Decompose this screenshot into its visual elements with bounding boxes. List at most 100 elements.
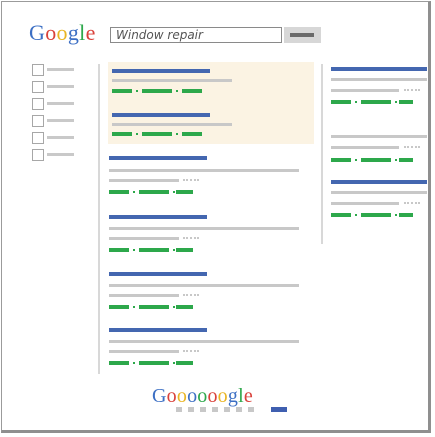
result-url [139, 361, 169, 365]
result-title-link[interactable] [112, 69, 210, 73]
result-snippet-dots [183, 237, 199, 241]
url-separator [176, 133, 178, 135]
result-url [139, 190, 169, 194]
results-column-divider [98, 64, 100, 374]
url-separator [355, 214, 357, 216]
result-url [109, 248, 129, 252]
result-url [142, 132, 172, 136]
result-snippet-line [109, 340, 299, 343]
footer-letter: o [166, 385, 177, 407]
result-url [331, 158, 351, 162]
filter-checkbox[interactable] [32, 81, 44, 93]
url-separator [133, 191, 135, 193]
result-title-link[interactable] [331, 67, 427, 71]
url-separator [136, 133, 138, 135]
footer-letter: o [217, 385, 228, 407]
filter-checkbox[interactable] [32, 98, 44, 110]
footer-letter: e [243, 385, 253, 407]
result-url [399, 100, 413, 104]
search-button[interactable] [284, 27, 321, 43]
pagination-page-link[interactable] [236, 407, 242, 412]
result-snippet-line [109, 227, 299, 230]
footer-letter: o [197, 385, 208, 407]
result-url [139, 305, 169, 309]
browser-frame: Google Window repair Goooooogle [1, 1, 431, 433]
search-button-icon [290, 33, 314, 37]
pagination-page-link[interactable] [188, 407, 194, 412]
filter-checkbox[interactable] [32, 132, 44, 144]
url-separator [133, 362, 135, 364]
result-url [139, 248, 169, 252]
url-separator [395, 214, 397, 216]
result-url [399, 158, 413, 162]
result-snippet-line [331, 78, 427, 81]
logo-letter-g1: G [29, 20, 46, 45]
pagination-page-link[interactable] [248, 407, 254, 412]
result-snippet-line [109, 350, 179, 353]
filter-checkbox[interactable] [32, 64, 44, 76]
filter-checkbox[interactable] [32, 115, 44, 127]
url-separator [173, 249, 175, 251]
sidebar-column-divider [321, 64, 323, 244]
url-separator [133, 306, 135, 308]
filter-checkbox[interactable] [32, 149, 44, 161]
result-url [182, 132, 202, 136]
result-snippet-line [112, 123, 232, 126]
result-url [109, 361, 129, 365]
result-url [331, 213, 351, 217]
result-title-link[interactable] [331, 180, 427, 184]
result-url [176, 248, 193, 252]
result-url [112, 132, 132, 136]
url-separator [173, 306, 175, 308]
result-snippet-dots [404, 89, 420, 93]
result-snippet-dots [183, 350, 199, 354]
url-separator [355, 159, 357, 161]
filter-label-placeholder [47, 102, 74, 105]
pagination-logo: Goooooogle [152, 385, 253, 408]
pagination-next-link[interactable] [271, 407, 287, 412]
footer-letter: o [207, 385, 218, 407]
result-snippet-dots [183, 294, 199, 298]
filter-label-placeholder [47, 119, 74, 122]
pagination-page-link[interactable] [176, 407, 182, 412]
sponsored-results-block [108, 62, 314, 144]
pagination-page-link[interactable] [212, 407, 218, 412]
footer-letter: G [152, 385, 167, 407]
logo-letter-o1: o [45, 20, 57, 45]
result-snippet-line [331, 146, 399, 149]
result-url [399, 213, 413, 217]
footer-letter: o [176, 385, 188, 407]
result-snippet-line [109, 237, 179, 240]
result-url [176, 361, 193, 365]
pagination-page-link[interactable] [200, 407, 206, 412]
result-url [109, 190, 129, 194]
url-separator [136, 90, 138, 92]
url-separator [355, 101, 357, 103]
result-title-link[interactable] [109, 272, 207, 276]
url-separator [133, 249, 135, 251]
result-snippet-line [331, 191, 427, 194]
filter-label-placeholder [47, 68, 74, 71]
search-input[interactable]: Window repair [110, 27, 282, 43]
google-logo[interactable]: Google [29, 20, 96, 46]
result-title-link[interactable] [109, 215, 207, 219]
result-url [331, 100, 351, 104]
result-url [142, 89, 172, 93]
result-snippet-dots [404, 146, 420, 150]
result-snippet-line [331, 202, 399, 205]
result-snippet-dots [183, 179, 199, 183]
result-snippet-line [109, 169, 299, 172]
logo-letter-o2: o [56, 20, 68, 45]
footer-letter: g [227, 385, 239, 407]
result-snippet-line [109, 179, 179, 182]
result-snippet-line [112, 79, 232, 82]
result-title-link[interactable] [109, 156, 207, 160]
result-title-link[interactable] [112, 113, 210, 117]
result-url [361, 100, 391, 104]
result-url [176, 190, 193, 194]
result-title-link[interactable] [109, 328, 207, 332]
result-url [176, 305, 193, 309]
pagination-page-link[interactable] [224, 407, 230, 412]
result-snippet-line [331, 89, 399, 92]
url-separator [395, 159, 397, 161]
